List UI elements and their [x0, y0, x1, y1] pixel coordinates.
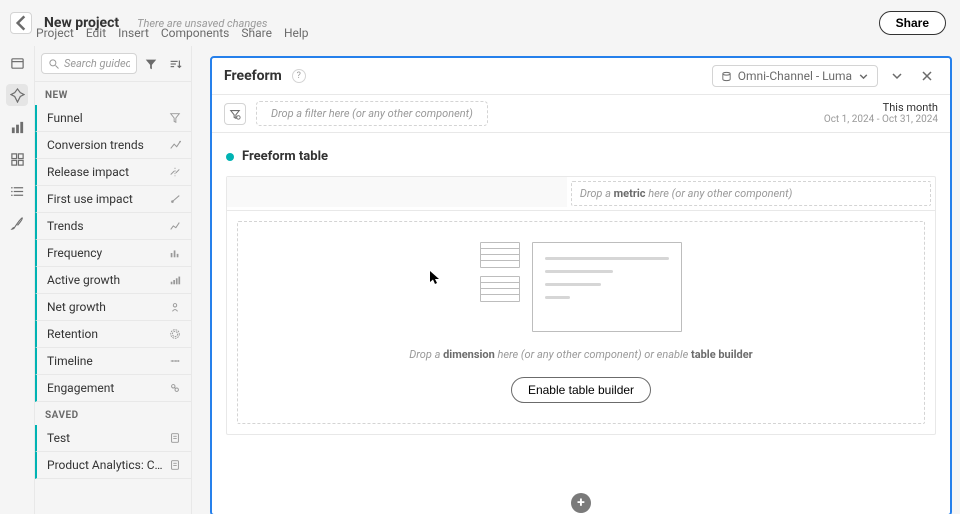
sidebar-item[interactable]: Funnel [35, 105, 191, 132]
component-sidebar: Search guided ana… NEW Funnel Conversion … [34, 46, 192, 514]
canvas: Freeform ? Omni-Channel - Luma [192, 46, 960, 514]
sidebar-item[interactable]: Product Analytics: Campai… [35, 452, 191, 479]
filter-drop-zone[interactable]: Drop a filter here (or any other compone… [256, 101, 488, 126]
table-title[interactable]: Freeform table [226, 149, 936, 164]
sidebar-item-label: Test [47, 431, 169, 445]
saved-item-list: Test Product Analytics: Campai… [35, 425, 191, 479]
conversion-icon [169, 139, 181, 151]
dimension-hint: Drop a dimension here (or any other comp… [409, 348, 752, 361]
release-icon [169, 166, 181, 178]
panel-title[interactable]: Freeform [224, 68, 282, 84]
sidebar-item[interactable]: Active growth [35, 267, 191, 294]
rail-panel-icon[interactable] [6, 52, 28, 74]
sidebar-item-label: First use impact [47, 192, 169, 206]
filter-icon [144, 57, 158, 71]
back-button[interactable] [10, 12, 32, 34]
sidebar-item-label: Release impact [47, 165, 169, 179]
placeholder-graphic [480, 242, 682, 332]
rail-dashboard-icon[interactable] [6, 148, 28, 170]
sidebar-item-label: Funnel [47, 111, 169, 125]
menu-share[interactable]: Share [241, 26, 272, 40]
menu-edit[interactable]: Edit [86, 26, 106, 40]
saved-icon [169, 432, 181, 444]
menu-insert[interactable]: Insert [118, 26, 149, 40]
rail-brush-icon[interactable] [6, 212, 28, 234]
sidebar-item[interactable]: Trends [35, 213, 191, 240]
search-icon [48, 58, 60, 70]
engagement-icon [169, 382, 181, 394]
panel-filter-icon-box[interactable] [224, 103, 246, 125]
sidebar-item[interactable]: Test [35, 425, 191, 452]
section-saved-label: SAVED [35, 402, 191, 425]
sidebar-item[interactable]: Frequency [35, 240, 191, 267]
chevron-down-icon [858, 71, 869, 82]
dimension-drop-zone[interactable]: Drop a dimension here (or any other comp… [237, 221, 925, 424]
add-visualization-button[interactable]: + [571, 493, 591, 513]
saved-icon [169, 459, 181, 471]
sort-button[interactable] [165, 54, 185, 74]
close-icon [920, 69, 934, 83]
sidebar-item-label: Engagement [47, 381, 169, 395]
rail-barchart-icon[interactable] [6, 116, 28, 138]
date-sub: Oct 1, 2024 - Oct 31, 2024 [824, 114, 938, 126]
chevron-left-icon [11, 13, 31, 33]
sidebar-item[interactable]: Release impact [35, 159, 191, 186]
close-button[interactable] [916, 65, 938, 87]
sidebar-item[interactable]: Conversion trends [35, 132, 191, 159]
dataview-label: Omni-Channel - Luma [738, 69, 852, 83]
sidebar-item-label: Active growth [47, 273, 169, 287]
sidebar-item[interactable]: Net growth [35, 294, 191, 321]
funnel-filter-icon [229, 108, 241, 120]
date-main: This month [824, 101, 938, 114]
sidebar-item[interactable]: Timeline [35, 348, 191, 375]
freeform-table: Drop a metric here (or any other compone… [226, 176, 936, 435]
menu-help[interactable]: Help [284, 26, 309, 40]
trends-icon [169, 220, 181, 232]
sidebar-item-label: Conversion trends [47, 138, 169, 152]
rail-visualizations-icon[interactable] [6, 84, 28, 106]
firstuse-icon [169, 193, 181, 205]
enable-table-builder-button[interactable]: Enable table builder [511, 377, 651, 403]
info-icon[interactable]: ? [292, 69, 306, 83]
netgrowth-icon [169, 301, 181, 313]
retention-icon [169, 328, 181, 340]
growth-icon [169, 274, 181, 286]
icon-rail [0, 46, 34, 514]
filter-button[interactable] [141, 54, 161, 74]
sidebar-item[interactable]: Engagement [35, 375, 191, 402]
sidebar-item-label: Product Analytics: Campai… [47, 458, 169, 472]
share-button[interactable]: Share [879, 11, 946, 35]
timeline-icon [169, 355, 181, 367]
menu-components[interactable]: Components [161, 26, 230, 40]
section-new-label: NEW [35, 82, 191, 105]
sidebar-item-label: Timeline [47, 354, 169, 368]
sidebar-item-label: Frequency [47, 246, 169, 260]
sidebar-item[interactable]: First use impact [35, 186, 191, 213]
frequency-icon [169, 247, 181, 259]
sort-icon [168, 57, 182, 71]
menubar: Project Edit Insert Components Share Hel… [36, 26, 309, 46]
search-placeholder: Search guided ana… [64, 57, 130, 70]
sidebar-item-label: Trends [47, 219, 169, 233]
rail-list-icon[interactable] [6, 180, 28, 202]
metric-drop-zone[interactable]: Drop a metric here (or any other compone… [571, 181, 931, 206]
dataview-selector[interactable]: Omni-Channel - Luma [712, 65, 878, 87]
sidebar-item-label: Net growth [47, 300, 169, 314]
freeform-panel: Freeform ? Omni-Channel - Luma [210, 56, 952, 514]
date-range[interactable]: This month Oct 1, 2024 - Oct 31, 2024 [824, 101, 938, 126]
new-item-list: Funnel Conversion trends Release impact Fir… [35, 105, 191, 402]
search-input[interactable]: Search guided ana… [41, 53, 137, 74]
collapse-button[interactable] [886, 65, 908, 87]
sidebar-item-label: Retention [47, 327, 169, 341]
database-icon [721, 71, 732, 82]
sidebar-item[interactable]: Retention [35, 321, 191, 348]
chevron-down-icon [890, 69, 904, 83]
funnel-icon [169, 112, 181, 124]
menu-project[interactable]: Project [36, 26, 74, 40]
dimension-header-stub [227, 177, 567, 207]
